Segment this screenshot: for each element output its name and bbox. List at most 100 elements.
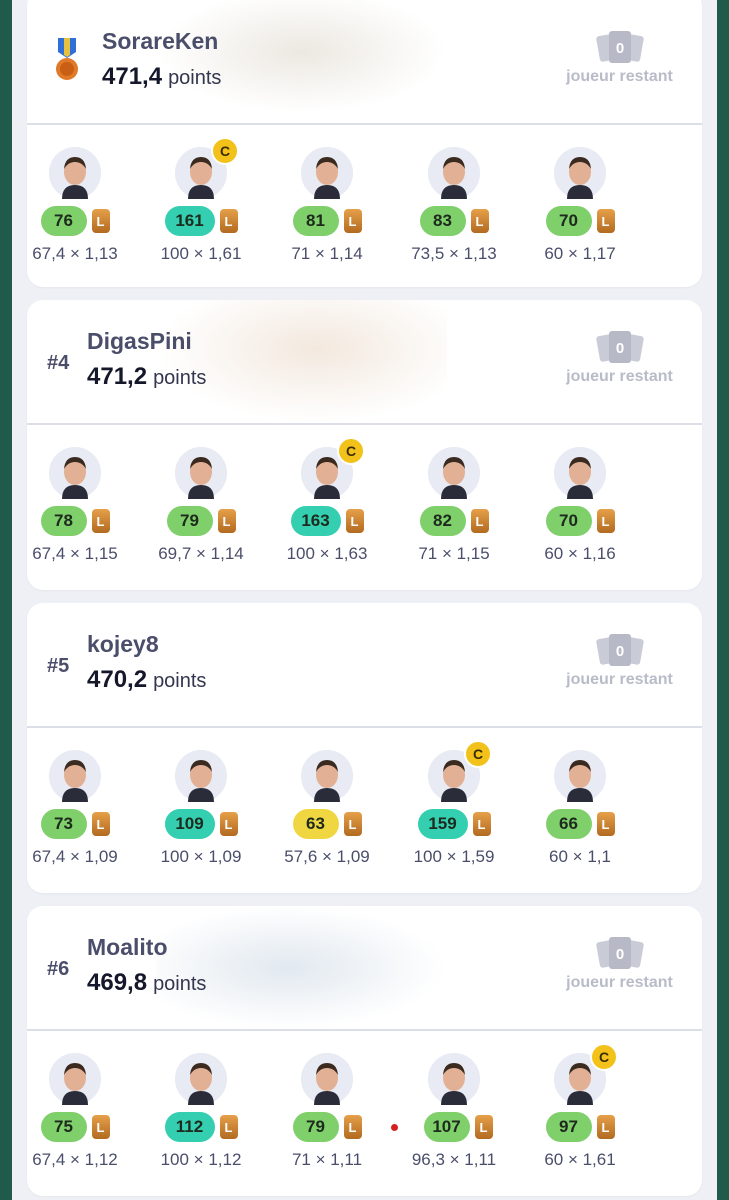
player-avatar[interactable] bbox=[301, 750, 353, 802]
username[interactable]: kojey8 bbox=[87, 631, 159, 658]
score-row: 97 L bbox=[517, 1112, 643, 1142]
player-card[interactable]: C 161 L 100 × 1,61 bbox=[138, 137, 264, 264]
player-card[interactable]: 66 L 60 × 1,1 bbox=[517, 750, 643, 867]
player-avatar[interactable] bbox=[175, 750, 227, 802]
rank-number: #4 bbox=[47, 352, 70, 374]
player-card[interactable]: C 163 L 100 × 1,63 bbox=[264, 437, 390, 564]
player-card[interactable]: 109 L 100 × 1,09 bbox=[138, 750, 264, 867]
level-badge: L bbox=[345, 509, 364, 533]
player-photo-icon bbox=[175, 1053, 227, 1105]
level-badge: L bbox=[472, 812, 491, 836]
player-avatar[interactable]: C bbox=[301, 437, 365, 499]
player-card[interactable]: 112 L 100 × 1,12 bbox=[138, 1053, 264, 1170]
player-avatar[interactable] bbox=[428, 1053, 480, 1105]
level-badge: L bbox=[596, 812, 615, 836]
player-avatar[interactable] bbox=[554, 447, 606, 499]
player-card[interactable]: 63 L 57,6 × 1,09 bbox=[264, 750, 390, 867]
player-photo-icon bbox=[554, 447, 606, 499]
player-avatar[interactable] bbox=[428, 447, 480, 499]
score-row: 70 L bbox=[517, 206, 643, 236]
leaderboard-entry[interactable]: #6 Moalito 469,8 points 0 joueur restant … bbox=[27, 906, 702, 1196]
points-label: points bbox=[153, 670, 207, 692]
player-avatar[interactable] bbox=[301, 1053, 353, 1105]
score-row: 159 L bbox=[391, 809, 517, 839]
player-card[interactable]: 70 L 60 × 1,16 bbox=[517, 447, 643, 564]
player-score: 107 bbox=[423, 1112, 470, 1142]
captain-badge: C bbox=[464, 740, 492, 768]
player-card[interactable]: 81 L 71 × 1,14 bbox=[264, 147, 390, 264]
player-card[interactable]: 79 L 71 × 1,11 bbox=[264, 1053, 390, 1170]
score-row: 78 L bbox=[27, 506, 138, 536]
player-card[interactable]: C 159 L 100 × 1,59 bbox=[391, 740, 517, 867]
score-row: 70 L bbox=[517, 506, 643, 536]
cards-icon: 0 bbox=[595, 937, 644, 969]
player-avatar[interactable] bbox=[49, 750, 101, 802]
leaderboard-entry[interactable]: #4 DigasPini 471,2 points 0 joueur restan… bbox=[27, 300, 702, 590]
player-avatar[interactable] bbox=[428, 147, 480, 199]
player-score: 82 bbox=[419, 506, 466, 536]
player-avatar[interactable] bbox=[175, 447, 227, 499]
player-card[interactable]: 79 L 69,7 × 1,14 bbox=[138, 447, 264, 564]
player-avatar[interactable] bbox=[49, 147, 101, 199]
score-formula: 100 × 1,12 bbox=[160, 1150, 242, 1169]
player-score: 76 bbox=[40, 206, 87, 236]
level-badge: L bbox=[470, 209, 489, 233]
player-card[interactable]: 83 L 73,5 × 1,13 bbox=[391, 147, 517, 264]
level-badge: L bbox=[91, 812, 110, 836]
score-formula: 60 × 1,16 bbox=[544, 544, 616, 563]
player-card[interactable]: C 97 L 60 × 1,61 bbox=[517, 1043, 643, 1170]
score-row: 76 L bbox=[27, 206, 138, 236]
captain-badge: C bbox=[337, 437, 365, 465]
remaining-players: 0 joueur restant bbox=[557, 30, 682, 86]
player-photo-icon bbox=[554, 750, 606, 802]
player-score: 159 bbox=[417, 809, 468, 839]
player-card[interactable]: 70 L 60 × 1,17 bbox=[517, 147, 643, 264]
score-formula: 73,5 × 1,13 bbox=[411, 244, 497, 263]
player-avatar[interactable]: C bbox=[428, 740, 492, 802]
total-score: 470,2 bbox=[87, 666, 148, 693]
player-avatar[interactable]: C bbox=[554, 1043, 618, 1105]
player-avatar[interactable] bbox=[554, 750, 606, 802]
level-badge: L bbox=[343, 1115, 362, 1139]
lineup: 75 L 67,4 × 1,12 112 L 100 × 1,12 79 L 71 × 1,11… bbox=[27, 1031, 702, 1193]
remaining-count: 0 bbox=[615, 643, 623, 660]
player-avatar[interactable]: C bbox=[175, 137, 239, 199]
score-formula: 100 × 1,63 bbox=[286, 544, 368, 563]
username[interactable]: SorareKen bbox=[102, 28, 218, 55]
total-score: 471,2 bbox=[87, 363, 148, 390]
level-badge: L bbox=[219, 209, 238, 233]
player-card[interactable]: 75 L 67,4 × 1,12 bbox=[27, 1053, 138, 1170]
player-avatar[interactable] bbox=[49, 447, 101, 499]
level-badge: L bbox=[91, 509, 110, 533]
score-formula: 57,6 × 1,09 bbox=[284, 847, 370, 866]
player-avatar[interactable] bbox=[49, 1053, 101, 1105]
leaderboard-entry[interactable]: SorareKen 471,4 points 0 joueur restant 7… bbox=[27, 0, 702, 287]
score-formula: 67,4 × 1,15 bbox=[32, 544, 118, 563]
player-avatar[interactable] bbox=[554, 147, 606, 199]
player-score: 163 bbox=[290, 506, 341, 536]
player-avatar[interactable] bbox=[175, 1053, 227, 1105]
player-score: 78 bbox=[40, 506, 87, 536]
player-score: 79 bbox=[292, 1112, 339, 1142]
player-photo-icon bbox=[175, 447, 227, 499]
lineup: 76 L 67,4 × 1,13 C 161 L 100 × 1,61 81 L 71 × 1,1… bbox=[27, 125, 702, 287]
score-formula: 96,3 × 1,11 bbox=[411, 1150, 497, 1169]
username[interactable]: DigasPini bbox=[87, 328, 192, 355]
player-card[interactable]: 82 L 71 × 1,15 bbox=[391, 447, 517, 564]
player-card[interactable]: 78 L 67,4 × 1,15 bbox=[27, 447, 138, 564]
player-card[interactable]: 107 L 96,3 × 1,11 bbox=[391, 1053, 517, 1170]
captain-badge: C bbox=[590, 1043, 618, 1071]
player-photo-icon bbox=[301, 750, 353, 802]
status-dot-icon bbox=[391, 1124, 398, 1131]
player-score: 63 bbox=[292, 809, 339, 839]
username[interactable]: Moalito bbox=[87, 934, 168, 961]
player-card[interactable]: 73 L 67,4 × 1,09 bbox=[27, 750, 138, 867]
leaderboard-entry[interactable]: #5 kojey8 470,2 points 0 joueur restant 7… bbox=[27, 603, 702, 893]
level-badge: L bbox=[219, 1115, 238, 1139]
player-card[interactable]: 76 L 67,4 × 1,13 bbox=[27, 147, 138, 264]
level-badge: L bbox=[343, 812, 362, 836]
player-score: 79 bbox=[166, 506, 213, 536]
player-photo-icon bbox=[301, 1053, 353, 1105]
score-formula: 60 × 1,17 bbox=[544, 244, 616, 263]
player-avatar[interactable] bbox=[301, 147, 353, 199]
